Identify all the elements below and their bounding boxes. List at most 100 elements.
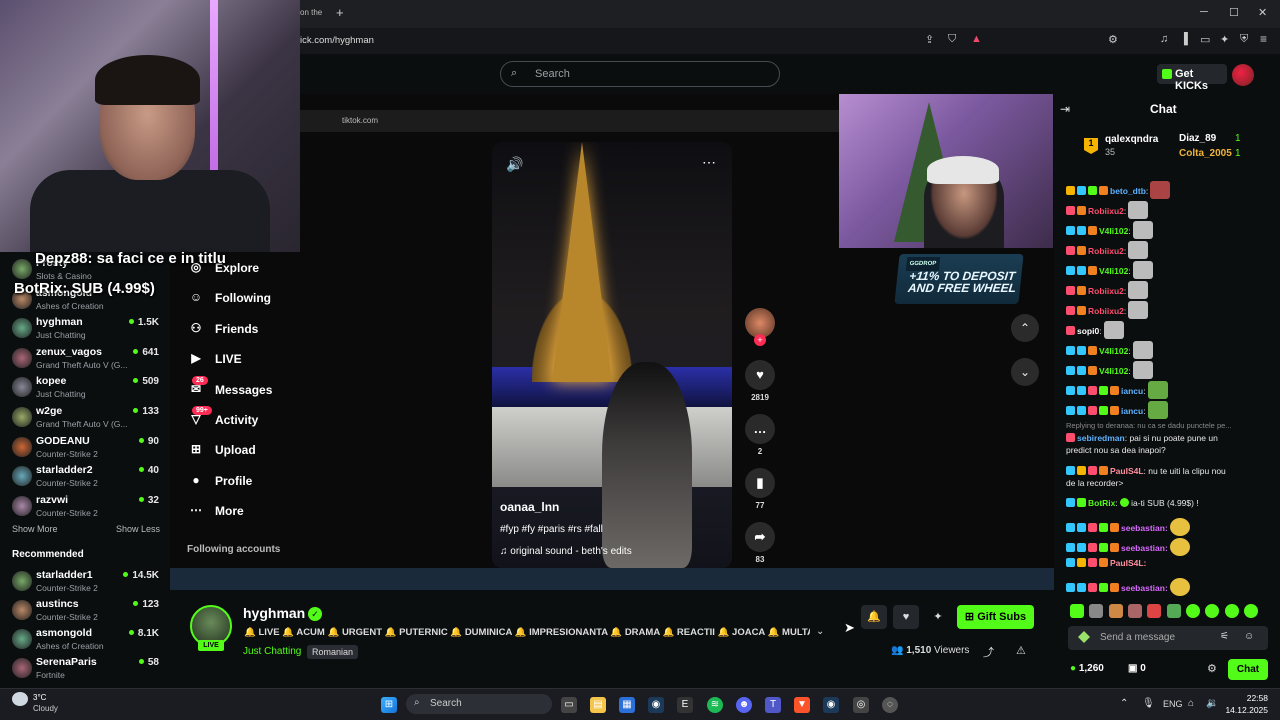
- language-indicator[interactable]: ENG: [1163, 699, 1183, 709]
- show-less-button[interactable]: Show Less: [116, 524, 160, 534]
- sidebar-channel[interactable]: GODEANU Counter-Strike 2 90: [8, 434, 163, 462]
- get-kicks-button[interactable]: Get KICKs: [1157, 64, 1227, 92]
- chat-username[interactable]: V4li102: [1099, 366, 1128, 376]
- chat-username[interactable]: Robiixu2: [1088, 206, 1124, 216]
- tiktok-nav-upload[interactable]: ⊞ Upload: [188, 440, 308, 464]
- follow-button[interactable]: ♥: [893, 605, 919, 629]
- tiktok-nav-activity[interactable]: ▽ 99+ Activity: [188, 406, 308, 434]
- stream-category[interactable]: Just Chatting: [243, 646, 301, 657]
- steam-icon[interactable]: ◉: [648, 697, 664, 713]
- tiktok-username[interactable]: oanaa_lnn: [500, 500, 559, 514]
- emote-bar[interactable]: [1068, 602, 1268, 620]
- obs-icon[interactable]: ◎: [853, 697, 869, 713]
- chat-username[interactable]: Robiixu2: [1088, 286, 1124, 296]
- extensions-icon[interactable]: ⚙: [1108, 33, 1118, 46]
- sidebar-channel[interactable]: starladder1 Counter-Strike 2 14.5K: [8, 568, 163, 596]
- maximize-button[interactable]: ☐: [1229, 6, 1239, 19]
- discord-icon[interactable]: ☻: [736, 697, 752, 713]
- chat-username[interactable]: beto_dtb: [1110, 186, 1146, 196]
- expand-title-icon[interactable]: ⌄: [816, 626, 824, 637]
- share-icon[interactable]: ⇪: [925, 33, 934, 46]
- clock-date[interactable]: 14.12.2025: [1218, 705, 1268, 715]
- sidebar-channel[interactable]: asmongold Ashes of Creation 8.1K: [8, 626, 163, 654]
- teams-icon[interactable]: T: [765, 697, 781, 713]
- next-video-button[interactable]: ⌄: [1011, 358, 1039, 386]
- epic-games-icon[interactable]: E: [677, 697, 693, 713]
- streamer-name[interactable]: hyghman: [243, 605, 305, 621]
- sidebar-channel[interactable]: razvwi Counter-Strike 2 32: [8, 493, 163, 521]
- tiktok-hashtags[interactable]: #fyp #fy #paris #rs #fall: [500, 524, 603, 535]
- tiktok-nav-profile[interactable]: ● Profile: [188, 471, 308, 495]
- brave-shield-icon[interactable]: ⛉: [948, 33, 956, 46]
- tiktok-nav-live[interactable]: ▶ LIVE: [188, 349, 308, 373]
- app-icon[interactable]: ◌: [882, 697, 898, 713]
- sidebar-channel[interactable]: austincs Counter-Strike 2 123: [8, 597, 163, 625]
- share-stream-icon[interactable]: ⤴: [983, 644, 994, 660]
- user-avatar[interactable]: [1232, 64, 1254, 86]
- report-icon[interactable]: ⚠: [1016, 644, 1026, 657]
- show-more-button[interactable]: Show More: [12, 524, 58, 534]
- translate-icon[interactable]: ⚟: [1220, 631, 1229, 642]
- sidebar-channel[interactable]: kopee Just Chatting 509: [8, 374, 163, 402]
- chat-send-button[interactable]: Chat: [1228, 659, 1268, 680]
- notification-bell-button[interactable]: 🔔: [861, 605, 887, 629]
- spotify-icon[interactable]: ≋: [707, 697, 723, 713]
- browser-tab-title[interactable]: on the: [300, 8, 322, 17]
- chat-username[interactable]: Robiixu2: [1088, 306, 1124, 316]
- previous-video-button[interactable]: ⌃: [1011, 314, 1039, 342]
- chat-username[interactable]: iancu: [1121, 406, 1143, 416]
- vpn-icon[interactable]: ⛨: [1240, 33, 1248, 46]
- gifter-3-name[interactable]: Colta_2005: [1179, 148, 1232, 159]
- media-icon[interactable]: ♫: [1160, 33, 1168, 45]
- menu-icon[interactable]: ≡: [1260, 32, 1267, 46]
- sidebar-channel[interactable]: zenux_vagos Grand Theft Auto V (G... 641: [8, 345, 163, 373]
- store-icon[interactable]: ▦: [619, 697, 635, 713]
- leo-icon[interactable]: ✦: [1220, 33, 1229, 46]
- weather-temp[interactable]: 3°C: [33, 693, 46, 702]
- tiktok-nav-following[interactable]: ☺ Following: [188, 288, 308, 312]
- weather-icon[interactable]: [12, 692, 28, 706]
- close-window-button[interactable]: ✕: [1258, 6, 1267, 19]
- minimize-button[interactable]: ─: [1200, 6, 1208, 18]
- task-view-icon[interactable]: ▭: [561, 697, 577, 713]
- taskbar-search[interactable]: ⌕ Search: [406, 694, 552, 714]
- chat-username[interactable]: V4li102: [1099, 266, 1128, 276]
- gift-subs-button[interactable]: ⊞ Gift Subs: [957, 605, 1034, 629]
- sidebar-channel[interactable]: starladder2 Counter-Strike 2 40: [8, 463, 163, 491]
- chat-input[interactable]: Send a message ⚟ ☺: [1068, 626, 1268, 650]
- clock-time[interactable]: 22:58: [1228, 693, 1268, 703]
- sidebar-channel[interactable]: SerenaParis Fortnite 58: [8, 655, 163, 683]
- brave-rewards-icon[interactable]: ▲: [971, 33, 982, 45]
- search-input[interactable]: ⌕ Search: [500, 61, 780, 87]
- url-field[interactable]: ick.com/hyghman: [300, 35, 374, 46]
- sidebar-channel[interactable]: w2ge Grand Theft Auto V (G... 133: [8, 404, 163, 432]
- tray-overflow-icon[interactable]: ⌃: [1120, 698, 1128, 709]
- chat-username[interactable]: iancu: [1121, 386, 1143, 396]
- sparkle-button[interactable]: ✦: [925, 605, 951, 629]
- file-explorer-icon[interactable]: ▤: [590, 697, 606, 713]
- tiktok-nav-friends[interactable]: ⚇ Friends: [188, 319, 308, 343]
- chat-username[interactable]: Robiixu2: [1088, 246, 1124, 256]
- brave-icon[interactable]: ▼: [794, 697, 810, 713]
- chat-settings-icon[interactable]: ⚙: [1207, 662, 1217, 675]
- gifts-balance[interactable]: ▣ 0: [1128, 663, 1146, 674]
- collapse-chat-icon[interactable]: ⇥: [1060, 102, 1070, 116]
- like-button[interactable]: ♥ 2819: [745, 360, 775, 402]
- sidebar-toggle-icon[interactable]: ▐: [1180, 33, 1188, 45]
- follow-plus-icon[interactable]: +: [754, 334, 766, 346]
- stream-language-tag[interactable]: Romanian: [307, 645, 359, 659]
- chat-username[interactable]: V4li102: [1099, 346, 1128, 356]
- top-gifter-name[interactable]: qalexqndra: [1105, 134, 1158, 145]
- gifter-2-name[interactable]: Diaz_89: [1179, 133, 1216, 144]
- new-tab-button[interactable]: +: [336, 5, 344, 20]
- more-options-icon[interactable]: ⋯: [702, 154, 716, 171]
- comment-button[interactable]: … 2: [745, 414, 775, 456]
- tiktok-nav-more[interactable]: ⋯ More: [188, 501, 308, 525]
- wallet-icon[interactable]: ▭: [1200, 33, 1210, 46]
- chat-username[interactable]: sopi0: [1077, 326, 1099, 336]
- sidebar-channel[interactable]: hyghman Just Chatting 1.5K: [8, 315, 163, 343]
- volume-icon[interactable]: 🔊: [506, 156, 523, 173]
- windows-start-icon[interactable]: ⊞: [381, 697, 397, 713]
- steam-2-icon[interactable]: ◉: [823, 697, 839, 713]
- tiktok-nav-messages[interactable]: ✉ 26 Messages: [188, 375, 308, 404]
